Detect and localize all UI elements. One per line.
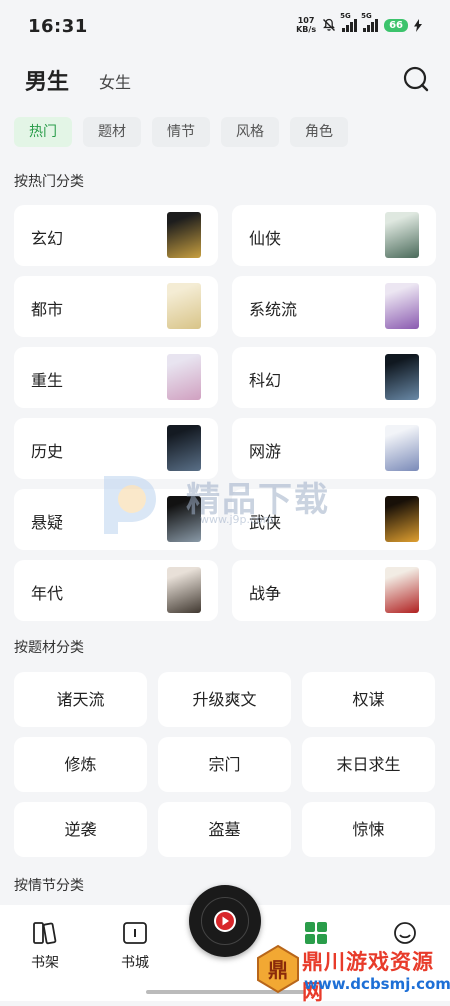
- search-icon[interactable]: [403, 66, 429, 92]
- category-chips: 热门 题材 情节 风格 角色: [14, 117, 348, 147]
- theme-category-grid: 诸天流 升级爽文 权谋 修炼 宗门 末日求生 逆袭 盗墓 惊悚: [14, 672, 436, 857]
- book-cover-image: [385, 496, 419, 542]
- category-name: 都市: [31, 300, 64, 319]
- category-name: 武侠: [249, 513, 282, 532]
- audio-player-button[interactable]: [189, 885, 261, 957]
- category-card[interactable]: 历史: [14, 418, 218, 479]
- signal-5g-icon: 5G: [340, 12, 358, 32]
- category-card[interactable]: 重生: [14, 347, 218, 408]
- status-bar: 16:31 107 KB/s 5G 5G 66: [0, 0, 450, 52]
- hot-category-grid: 玄幻 仙侠 都市 系统流 重生 科幻 历史 网游 悬疑 武侠 年代 战争: [14, 205, 436, 621]
- clock: 16:31: [28, 16, 88, 37]
- section-title-hot: 按热门分类: [14, 174, 84, 190]
- category-name: 网游: [249, 442, 282, 461]
- charging-bolt-icon: [414, 18, 422, 32]
- book-cover-image: [385, 567, 419, 613]
- bookcity-icon: [123, 922, 147, 944]
- book-cover-image: [385, 283, 419, 329]
- chip-style[interactable]: 风格: [221, 117, 279, 147]
- theme-card[interactable]: 逆袭: [14, 802, 147, 857]
- nav-bookcity[interactable]: 书城: [105, 920, 165, 972]
- book-cover-image: [167, 283, 201, 329]
- category-name: 系统流: [249, 300, 298, 319]
- top-header: 男生 女生: [0, 58, 450, 102]
- category-card[interactable]: 年代: [14, 560, 218, 621]
- book-cover-image: [167, 425, 201, 471]
- category-name: 重生: [31, 371, 64, 390]
- book-cover-image: [385, 354, 419, 400]
- nav-bookshelf[interactable]: 书架: [15, 920, 75, 972]
- chip-role[interactable]: 角色: [290, 117, 348, 147]
- book-cover-image: [167, 567, 201, 613]
- status-icons: 107 KB/s 5G 5G 66: [296, 12, 422, 34]
- tab-female[interactable]: 女生: [99, 69, 131, 93]
- category-name: 玄幻: [31, 229, 64, 248]
- category-card[interactable]: 玄幻: [14, 205, 218, 266]
- book-cover-image: [385, 212, 419, 258]
- network-speed: 107 KB/s: [296, 16, 317, 34]
- bookshelf-icon: [33, 922, 57, 945]
- mute-bell-icon: [323, 18, 336, 31]
- nav-bookcity-label: 书城: [121, 955, 149, 971]
- chip-plot[interactable]: 情节: [152, 117, 210, 147]
- battery-indicator: 66: [384, 18, 408, 32]
- category-card[interactable]: 武侠: [232, 489, 436, 550]
- category-name: 年代: [31, 584, 64, 603]
- theme-card[interactable]: 末日求生: [302, 737, 435, 792]
- theme-card[interactable]: 惊悚: [302, 802, 435, 857]
- book-cover-image: [167, 496, 201, 542]
- category-card[interactable]: 悬疑: [14, 489, 218, 550]
- chip-hot[interactable]: 热门: [14, 117, 72, 147]
- category-card[interactable]: 网游: [232, 418, 436, 479]
- category-card[interactable]: 系统流: [232, 276, 436, 337]
- play-icon: [216, 912, 234, 930]
- section-title-theme: 按题材分类: [14, 640, 84, 656]
- svg-text:鼎: 鼎: [268, 958, 288, 982]
- book-cover-image: [385, 425, 419, 471]
- site-url: www.dcbsmj.com: [304, 975, 450, 993]
- book-cover-image: [167, 354, 201, 400]
- seal-logo-icon: 鼎: [257, 944, 299, 994]
- theme-card[interactable]: 升级爽文: [158, 672, 291, 727]
- book-cover-image: [167, 212, 201, 258]
- category-card[interactable]: 仙侠: [232, 205, 436, 266]
- corner-site-logo: 鼎 鼎川游戏资源网 www.dcbsmj.com: [252, 940, 450, 1004]
- category-card[interactable]: 都市: [14, 276, 218, 337]
- category-name: 悬疑: [31, 513, 64, 532]
- tab-male[interactable]: 男生: [25, 64, 69, 96]
- chip-theme[interactable]: 题材: [83, 117, 141, 147]
- category-name: 战争: [249, 584, 282, 603]
- theme-card[interactable]: 修炼: [14, 737, 147, 792]
- category-name: 仙侠: [249, 229, 282, 248]
- signal-5g-icon: 5G: [361, 12, 379, 32]
- theme-card[interactable]: 盗墓: [158, 802, 291, 857]
- category-card[interactable]: 战争: [232, 560, 436, 621]
- theme-card[interactable]: 宗门: [158, 737, 291, 792]
- theme-card[interactable]: 诸天流: [14, 672, 147, 727]
- theme-card[interactable]: 权谋: [302, 672, 435, 727]
- nav-bookshelf-label: 书架: [31, 955, 59, 971]
- category-name: 科幻: [249, 371, 282, 390]
- category-card[interactable]: 科幻: [232, 347, 436, 408]
- category-name: 历史: [31, 442, 64, 461]
- section-title-plot: 按情节分类: [14, 878, 84, 894]
